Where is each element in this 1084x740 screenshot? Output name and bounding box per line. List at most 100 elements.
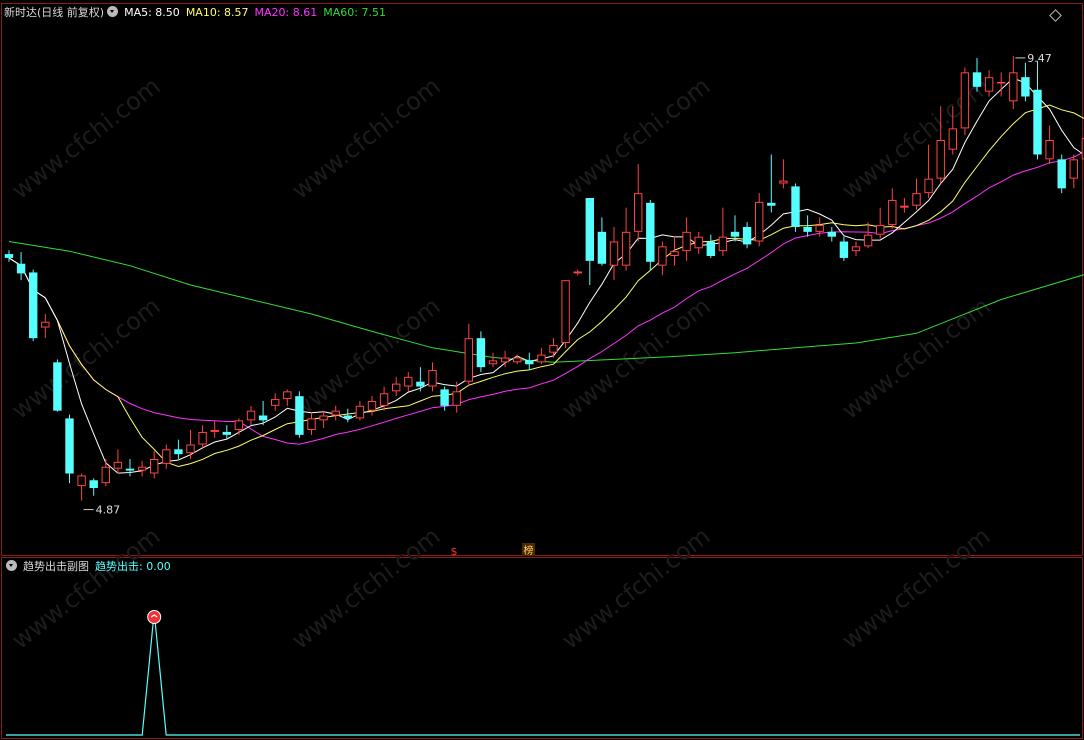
watermark-text: www.cfchi.com bbox=[836, 522, 995, 655]
candle-body bbox=[258, 415, 268, 421]
candle-body bbox=[271, 399, 280, 406]
candle-body bbox=[101, 466, 110, 484]
candle-body bbox=[150, 459, 159, 474]
sub-legend: 趋势出击副图 趋势出击: 0.00 bbox=[6, 560, 177, 574]
bang-marker: 榜 bbox=[524, 544, 534, 557]
candle-body bbox=[222, 431, 231, 435]
candle-body bbox=[41, 321, 50, 328]
sub-value-label: 趋势出击: 0.00 bbox=[95, 560, 171, 573]
candle-body bbox=[343, 415, 352, 419]
candle-body bbox=[428, 370, 437, 387]
candle-body bbox=[234, 420, 244, 431]
candle-body bbox=[924, 178, 933, 194]
candle-body bbox=[960, 72, 970, 129]
watermark-text: www.cfchi.com bbox=[286, 292, 445, 425]
candle-body bbox=[367, 401, 377, 411]
candle-body bbox=[997, 82, 1006, 84]
candle-body bbox=[488, 360, 498, 365]
sub-collapse-icon[interactable] bbox=[6, 560, 17, 571]
candle-body bbox=[331, 410, 340, 416]
candle-body bbox=[53, 362, 62, 411]
candle-body bbox=[392, 383, 401, 392]
candle-body bbox=[186, 444, 195, 454]
watermark-text: www.cfchi.com bbox=[556, 522, 715, 655]
watermark-text: www.cfchi.com bbox=[836, 72, 995, 205]
candle-body bbox=[549, 344, 558, 353]
candle-body bbox=[307, 418, 316, 430]
low-label: 4.87 bbox=[96, 504, 121, 517]
ma10-line bbox=[8, 104, 1084, 468]
sub-title: 趋势出击副图 bbox=[23, 560, 89, 573]
candle-body bbox=[379, 393, 389, 406]
candle-body bbox=[513, 357, 522, 363]
s-marker: $ bbox=[451, 545, 458, 558]
candle-body bbox=[597, 231, 607, 264]
candle-body bbox=[65, 418, 74, 474]
signal-marker-icon bbox=[147, 610, 162, 624]
candle-body bbox=[89, 480, 98, 488]
candle-body bbox=[537, 354, 546, 363]
candle-body bbox=[839, 241, 849, 258]
candle-body bbox=[609, 241, 619, 266]
candle-body bbox=[113, 461, 123, 469]
collapse-icon[interactable] bbox=[107, 6, 119, 17]
candle-body bbox=[888, 199, 897, 226]
watermark-text: www.cfchi.com bbox=[6, 72, 165, 205]
candle-body bbox=[984, 77, 994, 92]
candle-body bbox=[682, 231, 691, 252]
candle-body bbox=[779, 180, 788, 184]
candle-body bbox=[1009, 72, 1018, 102]
candle-body bbox=[634, 193, 643, 232]
ma20-line bbox=[8, 151, 1084, 445]
candle-body bbox=[1069, 159, 1078, 179]
watermark-text: www.cfchi.com bbox=[286, 72, 445, 205]
watermark-text: www.cfchi.com bbox=[286, 522, 445, 655]
candle-body bbox=[404, 376, 413, 387]
candle-body bbox=[174, 449, 183, 455]
candle-body bbox=[585, 198, 594, 261]
candle-body bbox=[851, 246, 861, 252]
candle-body bbox=[972, 72, 982, 87]
candle-body bbox=[573, 271, 582, 274]
candle-body bbox=[876, 225, 885, 235]
candle-body bbox=[646, 202, 655, 262]
candle-body bbox=[246, 410, 256, 421]
candle-body bbox=[755, 201, 764, 242]
candle-body bbox=[1057, 159, 1066, 189]
watermark-text: www.cfchi.com bbox=[6, 522, 165, 655]
candle-body bbox=[476, 338, 486, 368]
candle-body bbox=[295, 396, 304, 435]
candle-body bbox=[803, 227, 812, 232]
candle-body bbox=[162, 449, 171, 464]
candle-body bbox=[815, 225, 824, 232]
candle-body bbox=[694, 236, 703, 249]
candle-body bbox=[718, 236, 728, 252]
candle-body bbox=[198, 431, 207, 445]
candle-body bbox=[464, 338, 474, 382]
candle-body bbox=[912, 193, 921, 206]
high-label: 9.47 bbox=[1027, 52, 1052, 65]
candle-body bbox=[137, 466, 147, 471]
ma60-label: MA60: 7.51 bbox=[323, 6, 386, 19]
candle-body bbox=[658, 246, 667, 266]
candle-body bbox=[210, 430, 219, 432]
candle-body bbox=[355, 405, 365, 419]
candle-body bbox=[948, 128, 957, 150]
candle-body bbox=[863, 234, 873, 247]
ma10-label: MA10: 8.57 bbox=[185, 6, 249, 19]
kline-chart-app: www.cfchi.com www.cfchi.com www.cfchi.com w… bbox=[0, 0, 1084, 740]
candle-body bbox=[791, 186, 800, 227]
candle-body bbox=[767, 202, 776, 206]
stock-title: 新时达(日线 前复权) bbox=[4, 6, 105, 19]
candle-body bbox=[452, 391, 461, 406]
candle-body bbox=[29, 272, 38, 339]
candle-body bbox=[1021, 77, 1030, 97]
candle-body bbox=[77, 475, 86, 487]
candle-body bbox=[706, 241, 715, 256]
candle-body bbox=[283, 391, 292, 400]
candle-body bbox=[4, 254, 14, 258]
candle-body bbox=[500, 357, 510, 363]
candle-body bbox=[1033, 89, 1042, 155]
candle-body bbox=[730, 231, 740, 237]
candle-body bbox=[621, 231, 631, 266]
